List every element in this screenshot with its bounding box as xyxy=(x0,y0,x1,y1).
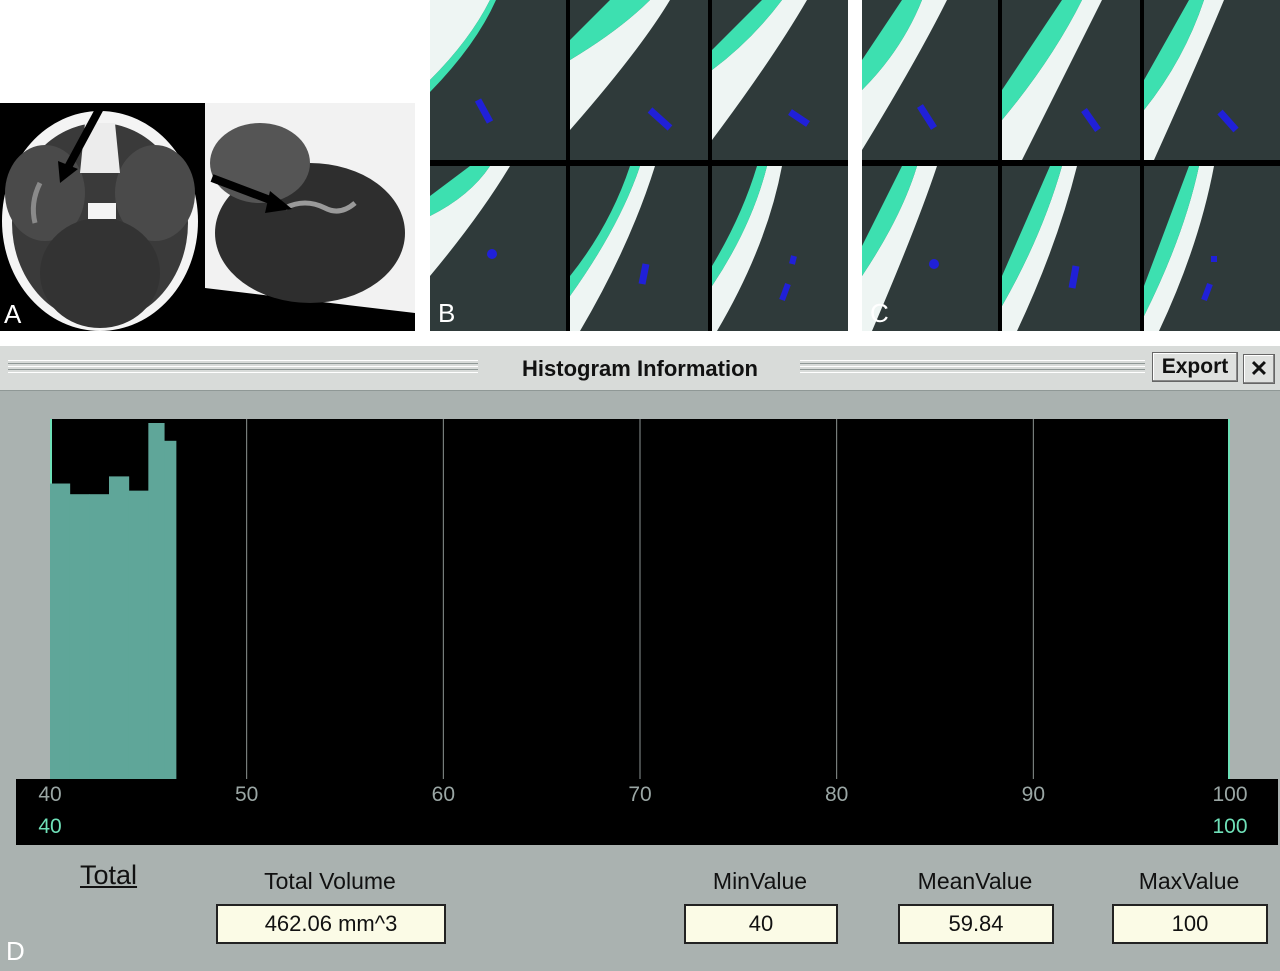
x-tick-label: 90 xyxy=(1021,783,1046,806)
export-button[interactable]: Export xyxy=(1152,352,1238,382)
window-title: Histogram Information xyxy=(522,356,758,381)
histogram-bar xyxy=(109,476,130,779)
panel-c-label: C xyxy=(870,298,889,328)
panel-b-tile-3 xyxy=(712,0,848,160)
close-icon[interactable]: ✕ xyxy=(1243,354,1275,384)
total-volume-field[interactable]: 462.06 mm^3 xyxy=(216,904,446,944)
panel-a-label: A xyxy=(4,299,22,329)
range-low-label: 40 xyxy=(38,815,62,838)
titlebar-grip-right xyxy=(800,360,1145,374)
x-tick-label: 60 xyxy=(431,783,456,806)
range-high-label: 100 xyxy=(1212,815,1248,838)
panel-b-tile-6 xyxy=(712,166,848,331)
panel-c-tile-2 xyxy=(1002,0,1140,160)
ct-slice-graphic xyxy=(1144,0,1239,160)
panel-c-tile-3 xyxy=(1144,0,1280,160)
ct-slice-graphic xyxy=(712,0,810,140)
mean-value-field[interactable]: 59.84 xyxy=(898,904,1054,944)
total-volume-label: Total Volume xyxy=(264,868,396,894)
min-value-label: MinValue xyxy=(712,868,808,894)
x-tick-label: 50 xyxy=(234,783,259,806)
histogram-plot xyxy=(50,419,1230,779)
histogram-axis-band: 40 50 60 70 80 90 100 40 100 xyxy=(16,779,1278,845)
window-titlebar[interactable]: Histogram Information Export ✕ xyxy=(0,346,1280,391)
panel-b-tile-grid: B xyxy=(430,0,848,331)
histogram-bar xyxy=(128,490,149,779)
histogram-bar xyxy=(69,494,90,779)
histogram-bar xyxy=(50,483,71,779)
x-tick-label: 80 xyxy=(824,783,849,806)
panel-c-tile-6 xyxy=(1144,166,1280,331)
ct-slice-graphic xyxy=(570,0,673,131)
histogram-window: Histogram Information Export ✕ 40 50 60 70 8… xyxy=(0,346,1280,971)
ct-slice-graphic xyxy=(1002,0,1102,160)
min-value-field[interactable]: 40 xyxy=(684,904,838,944)
histogram-bar xyxy=(148,423,165,779)
ct-slice-graphic xyxy=(862,0,947,150)
mean-value-label: MeanValue xyxy=(917,868,1033,894)
total-link[interactable]: Total xyxy=(80,860,137,891)
ct-slice-graphic xyxy=(570,166,655,331)
x-tick-label: 70 xyxy=(628,783,652,806)
panel-d-label: D xyxy=(6,936,25,966)
titlebar-grip-left xyxy=(8,360,478,374)
panel-b-tile-1 xyxy=(430,0,566,160)
ct-slice-graphic xyxy=(712,166,797,331)
panel-b-label: B xyxy=(438,298,456,328)
max-value-field[interactable]: 100 xyxy=(1112,904,1268,944)
x-tick-label: 40 xyxy=(38,783,62,806)
ct-slice-graphic xyxy=(1002,166,1080,331)
panel-a-scan-graphic xyxy=(0,103,415,331)
panel-c-tile-grid: C xyxy=(862,0,1280,331)
x-tick-label: 100 xyxy=(1212,783,1248,806)
panel-b-tile-2 xyxy=(570,0,708,160)
histogram-chart xyxy=(50,419,1230,779)
panel-b-tile-5 xyxy=(570,166,708,331)
histogram-bar xyxy=(164,440,177,779)
ct-slice-graphic xyxy=(430,0,496,124)
panel-c-tile-1 xyxy=(862,0,998,160)
panel-a-ct-images: A xyxy=(0,103,415,331)
ct-slice-graphic xyxy=(1144,166,1217,331)
max-value-label: MaxValue xyxy=(1138,868,1240,894)
panel-c-tile-5 xyxy=(1002,166,1140,331)
histogram-bar xyxy=(89,494,110,779)
